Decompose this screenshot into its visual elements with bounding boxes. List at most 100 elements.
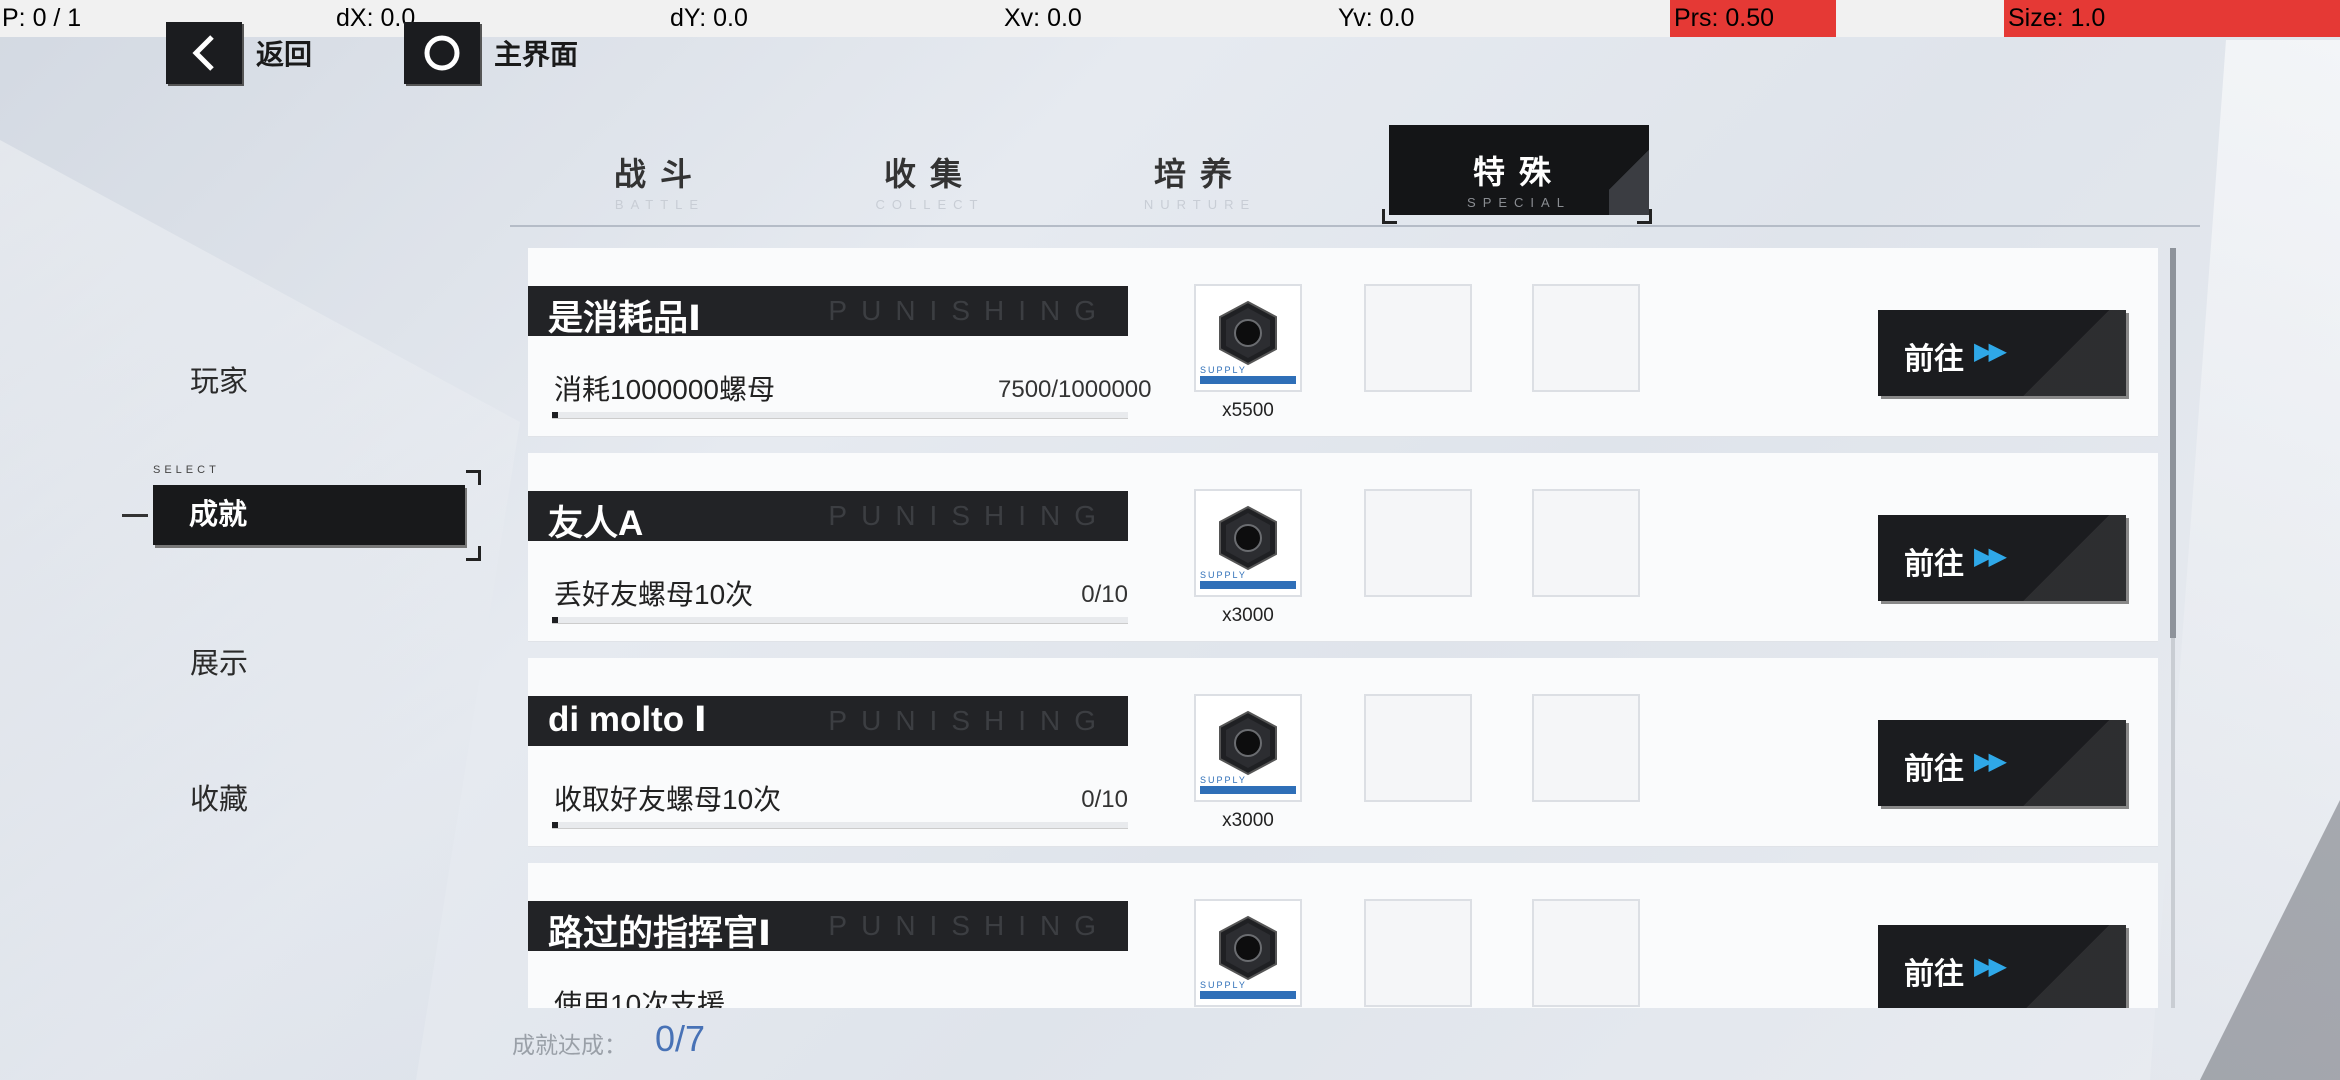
reward-slot[interactable]: SUPPLY <box>1194 284 1302 392</box>
debug-dy: dY: 0.0 <box>670 4 748 32</box>
reward-slot-empty <box>1364 899 1472 1007</box>
reward-slot-empty <box>1364 694 1472 802</box>
scrollbar-thumb[interactable] <box>2170 248 2176 638</box>
progress-fill <box>552 822 558 828</box>
achievement-description: 消耗1000000螺母 <box>554 374 776 405</box>
achievement-watermark: PUNISHING <box>828 295 1110 326</box>
debug-size: Size: 1.0 <box>2004 0 2340 37</box>
sidebar-corner-bracket <box>466 470 481 485</box>
item-tag: SUPPLY <box>1200 365 1247 375</box>
go-label: 前往 <box>1904 753 1964 786</box>
tab-label: 战斗 <box>613 156 706 192</box>
progress-fill <box>552 412 558 418</box>
achievement-progress-text: 0/10 <box>1081 786 1128 813</box>
achievement-description: 丢好友螺母10次 <box>554 579 754 610</box>
reward-slot-empty <box>1364 284 1472 392</box>
double-arrow-icon: ▶▶ <box>1974 748 2007 775</box>
achievement-description: 收取好友螺母10次 <box>554 784 782 815</box>
reward-slot-empty <box>1532 489 1640 597</box>
tab-sublabel: COLLECT <box>875 197 985 212</box>
tab-sublabel: BATTLE <box>614 197 706 212</box>
go-button[interactable]: 前往 ▶▶ <box>1878 925 2126 1008</box>
sidebar-item-collection[interactable]: 收藏 <box>190 776 248 818</box>
achievement-title-bar: 是消耗品Ⅰ PUNISHING <box>528 286 1128 338</box>
tab-sublabel: NURTURE <box>1143 197 1257 212</box>
item-tag: SUPPLY <box>1200 570 1247 580</box>
chevron-left-icon <box>192 35 214 71</box>
go-button[interactable]: 前往 ▶▶ <box>1878 515 2126 601</box>
item-tag-bar <box>1200 786 1296 794</box>
achievement-watermark: PUNISHING <box>828 705 1110 736</box>
item-tag-bar <box>1200 376 1296 384</box>
achievement-card: 是消耗品Ⅰ PUNISHING 消耗1000000螺母 7500/1000000 SUP… <box>528 248 2158 437</box>
achievement-description: 使用10次支援 <box>554 989 726 1008</box>
sidebar-indicator-line <box>122 514 148 517</box>
debug-xv: Xv: 0.0 <box>1004 4 1082 32</box>
debug-yv: Yv: 0.0 <box>1338 4 1415 32</box>
achievement-card: 路过的指挥官Ⅰ PUNISHING 使用10次支援 SUPPLY 前往 ▶▶ <box>528 863 2158 1008</box>
achievement-title: di molto Ⅰ <box>548 700 707 739</box>
achievement-title-bar: 路过的指挥官Ⅰ PUNISHING <box>528 901 1128 953</box>
achievement-progress-text: 7500/1000000 <box>998 376 1152 403</box>
sidebar-corner-bracket <box>466 546 481 561</box>
circle-icon <box>424 35 460 71</box>
double-arrow-icon: ▶▶ <box>1974 338 2007 365</box>
reward-slot-empty <box>1532 284 1640 392</box>
reward-slot[interactable]: SUPPLY <box>1194 694 1302 802</box>
double-arrow-icon: ▶▶ <box>1974 953 2007 980</box>
back-icon-box <box>166 22 242 84</box>
reward-count: x3000 <box>1222 605 1274 626</box>
tab-label: 特殊 <box>1472 154 1565 190</box>
reward-slot[interactable]: SUPPLY <box>1194 899 1302 1007</box>
go-label: 前往 <box>1904 343 1964 376</box>
achievement-list[interactable]: 是消耗品Ⅰ PUNISHING 消耗1000000螺母 7500/1000000 SUP… <box>528 248 2158 1008</box>
sidebar-item-display[interactable]: 展示 <box>190 640 248 682</box>
achievement-title-bar: 友人A PUNISHING <box>528 491 1128 543</box>
item-tag-bar <box>1200 991 1296 999</box>
go-button[interactable]: 前往 ▶▶ <box>1878 720 2126 806</box>
background-facet <box>0 140 520 1080</box>
sidebar-item-player[interactable]: 玩家 <box>190 358 248 400</box>
tab-collect[interactable]: 收集 COLLECT <box>800 125 1060 215</box>
nut-icon <box>1213 503 1283 578</box>
reward-slot-empty <box>1532 694 1640 802</box>
go-label: 前往 <box>1904 548 1964 581</box>
sidebar-item-achievement[interactable]: 成就 <box>153 485 465 545</box>
tab-corner-bracket <box>1382 209 1397 224</box>
achievement-watermark: PUNISHING <box>828 910 1110 941</box>
reward-count: x5500 <box>1222 400 1274 421</box>
reward-slot[interactable]: SUPPLY <box>1194 489 1302 597</box>
back-label: 返回 <box>256 39 313 70</box>
achievement-progress-bar <box>552 412 1128 419</box>
achievement-progress-bar <box>552 822 1128 829</box>
reward-slot-empty <box>1532 899 1640 1007</box>
back-button[interactable]: 返回 <box>166 22 312 84</box>
nut-icon <box>1213 298 1283 373</box>
select-tag: SELECT <box>153 464 220 476</box>
tab-battle[interactable]: 战斗 BATTLE <box>530 125 790 215</box>
tab-corner-bracket <box>1637 209 1652 224</box>
nut-icon <box>1213 708 1283 783</box>
achievement-title: 友人A <box>548 504 644 543</box>
debug-pointer-count: P: 0 / 1 <box>2 4 82 32</box>
home-label: 主界面 <box>494 39 579 70</box>
reward-slot-empty <box>1364 489 1472 597</box>
achievement-total-value: 0/7 <box>655 1018 706 1059</box>
item-tag-bar <box>1200 581 1296 589</box>
go-button[interactable]: 前往 ▶▶ <box>1878 310 2126 396</box>
achievement-title: 路过的指挥官Ⅰ <box>548 914 772 953</box>
home-button[interactable]: 主界面 <box>404 22 578 84</box>
debug-pressure: Prs: 0.50 <box>1670 0 1836 37</box>
progress-fill <box>552 617 558 623</box>
achievement-progress-text: 0/10 <box>1081 581 1128 608</box>
tab-special[interactable]: 特殊 SPECIAL <box>1389 125 1649 215</box>
tab-nurture[interactable]: 培养 NURTURE <box>1070 125 1330 215</box>
category-tabs: 战斗 BATTLE 收集 COLLECT 培养 NURTURE 特殊 SPECI… <box>510 125 2200 227</box>
achievement-card: 友人A PUNISHING 丢好友螺母10次 0/10 SUPPLY x3000 前往 ▶▶ <box>528 453 2158 642</box>
double-arrow-icon: ▶▶ <box>1974 543 2007 570</box>
go-label: 前往 <box>1904 958 1964 991</box>
tab-label: 培养 <box>1153 156 1246 192</box>
tab-sublabel: SPECIAL <box>1467 195 1571 210</box>
reward-count: x3000 <box>1222 810 1274 831</box>
home-icon-box <box>404 22 480 84</box>
